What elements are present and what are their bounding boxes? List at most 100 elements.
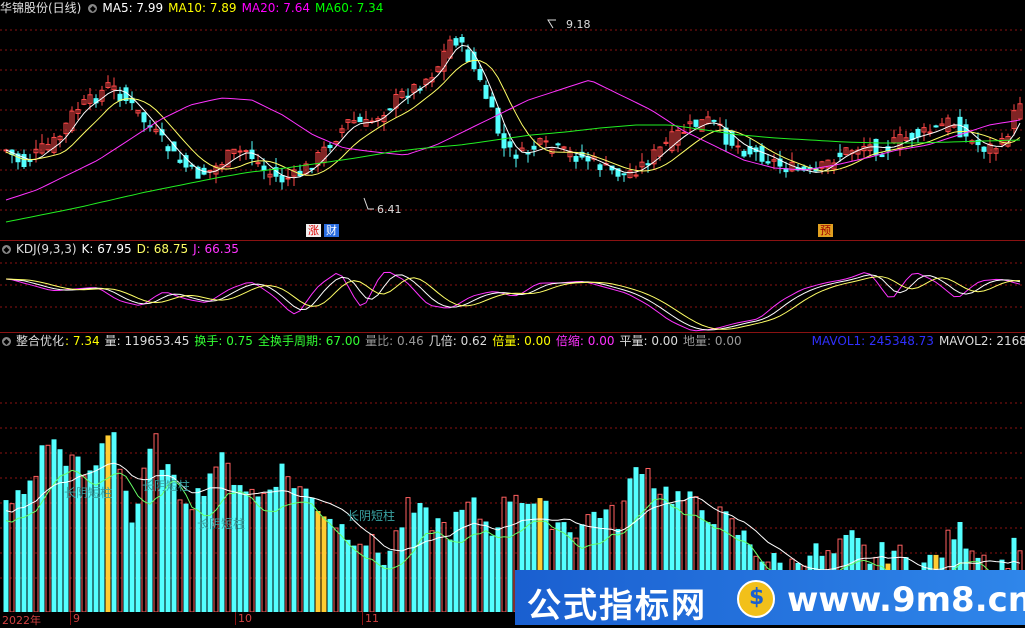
volume-bar xyxy=(105,435,111,612)
volume-header: ◆ 整合优化: 7.34 量: 119653.45 换手: 0.75 全换手周期: 67… xyxy=(0,333,1025,349)
low-marker xyxy=(363,197,374,210)
volume-bar xyxy=(279,463,285,612)
axis-year: 2022年 xyxy=(2,614,41,627)
vol-ratio: 量比: 0.46 xyxy=(365,334,424,348)
watermark-banner: 公式指标网 www.9m8.cn xyxy=(515,570,1025,626)
price-chart[interactable]: 9.18 6.41 xyxy=(0,0,1025,240)
volume-bar xyxy=(117,468,123,612)
volume-bar xyxy=(363,545,369,612)
mavol1-label: MAVOL1: 245348.73 xyxy=(811,334,934,348)
candle-body xyxy=(237,150,243,153)
volume-bar xyxy=(447,539,453,612)
candle-body xyxy=(573,155,579,162)
volume-bar xyxy=(225,462,231,612)
settings-icon[interactable]: ◆ xyxy=(88,4,98,13)
vol-shrink: 倍缩: 0.00 xyxy=(555,334,615,348)
volume-bar xyxy=(345,539,351,612)
axis-tick xyxy=(70,612,71,625)
axis-tick xyxy=(235,612,236,625)
volume-bar xyxy=(45,444,51,612)
volume-bar xyxy=(483,521,489,612)
volume-bar xyxy=(327,518,333,612)
kdj-k-label: K: 67.95 xyxy=(81,242,132,256)
volume-bar xyxy=(75,456,81,612)
candle-body xyxy=(249,149,255,160)
volume-bar xyxy=(123,490,129,612)
stock-title[interactable]: 华锦股份(日线) xyxy=(0,1,81,15)
candle-body xyxy=(681,131,687,134)
volume-bar xyxy=(459,509,465,612)
badge-zhang[interactable]: 涨 xyxy=(306,224,321,237)
volume-bar xyxy=(69,454,75,612)
price-panel[interactable]: 9.18 6.41 华锦股份(日线) ◆ MA5: 7.99 MA10: 7.89 MA2… xyxy=(0,0,1025,240)
ma5-label: MA5: 7.99 xyxy=(102,1,164,15)
volume-bar xyxy=(189,509,195,612)
candle-body xyxy=(255,162,261,165)
volume-bar xyxy=(321,516,327,612)
candle-body xyxy=(279,175,285,183)
volume-bar xyxy=(303,488,309,612)
ma60-label: MA60: 7.34 xyxy=(315,1,384,15)
volume-bar xyxy=(309,497,315,612)
vol-flat: 平量: 0.00 xyxy=(619,334,679,348)
volume-bar xyxy=(135,503,141,612)
candle-body xyxy=(453,38,459,46)
volume-bar xyxy=(369,533,375,612)
mavol2-label: MAVOL2: 216846.61 xyxy=(938,334,1025,348)
candle-body xyxy=(21,154,27,167)
volume-bar xyxy=(255,496,261,612)
candle-body xyxy=(597,164,603,171)
axis-month-11: 11 xyxy=(365,612,379,625)
candle-body xyxy=(621,173,627,176)
volume-bar xyxy=(489,535,495,612)
candle-body xyxy=(207,169,213,172)
volume-bar xyxy=(501,496,507,612)
candle-body xyxy=(837,152,843,158)
kdj-panel[interactable]: ◆ KDJ(9,3,3) K: 67.95 D: 68.75 J: 66.35 xyxy=(0,241,1025,332)
badge-cai[interactable]: 财 xyxy=(324,224,339,237)
settings-icon[interactable]: ◆ xyxy=(2,245,11,254)
ma60-line xyxy=(5,124,1021,223)
volume-bar xyxy=(285,476,291,612)
vol-amount: 量: 119653.45 xyxy=(104,334,190,348)
candle-body xyxy=(327,144,333,149)
volume-bar xyxy=(411,512,417,612)
candle-body xyxy=(741,150,747,157)
volume-bar xyxy=(273,486,279,612)
axis-month-9: 9 xyxy=(73,612,80,625)
badge-yu[interactable]: 预 xyxy=(818,224,833,237)
vol-times: 几倍: 0.62 xyxy=(428,334,488,348)
volume-bar xyxy=(429,530,435,612)
candle-body xyxy=(759,145,765,162)
volume-bar xyxy=(393,530,399,612)
settings-icon[interactable]: ◆ xyxy=(2,337,11,346)
volume-bar xyxy=(267,489,273,612)
volume-bar xyxy=(351,545,357,612)
kdj-j-line xyxy=(5,271,1021,332)
volume-bar xyxy=(171,474,177,612)
volume-bar xyxy=(177,499,183,612)
watermark-url: www.9m8.cn xyxy=(787,580,1025,620)
candle-body xyxy=(915,128,921,138)
low-value-label: 6.41 xyxy=(377,203,402,216)
candle-body xyxy=(477,69,483,81)
kdj-d-label: D: 68.75 xyxy=(136,242,189,256)
axis-tick xyxy=(362,612,363,625)
candle-body xyxy=(243,150,249,153)
coin-logo-icon xyxy=(737,580,775,618)
volume-bar xyxy=(57,449,63,612)
candle-body xyxy=(459,37,465,43)
volume-bar xyxy=(381,564,387,612)
volume-bar xyxy=(399,527,405,612)
vol-close: : 7.34 xyxy=(65,334,100,348)
volume-bar xyxy=(465,501,471,612)
kdj-title: KDJ(9,3,3) xyxy=(16,242,77,256)
vol-cycle: 全换手周期: 67.00 xyxy=(257,334,361,348)
kdj-d-line xyxy=(5,276,1021,330)
volume-bar xyxy=(243,491,249,612)
volume-bar xyxy=(21,493,27,612)
volume-bar xyxy=(9,503,15,612)
candle-body xyxy=(285,177,291,180)
candle-body xyxy=(735,145,741,148)
volume-bar xyxy=(231,484,237,612)
